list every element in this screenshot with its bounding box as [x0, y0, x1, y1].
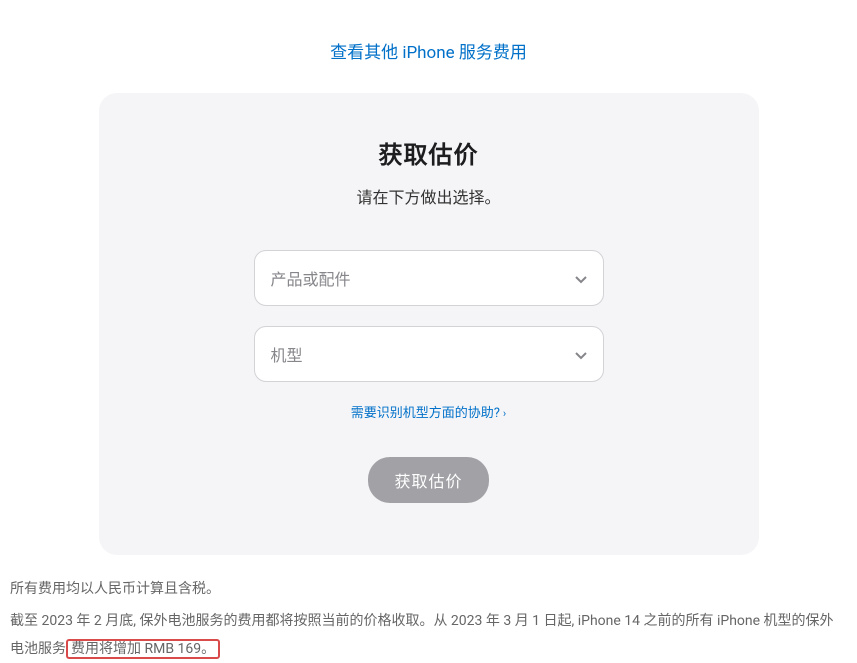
product-select[interactable]: 产品或配件 — [254, 250, 604, 306]
model-select[interactable]: 机型 — [254, 326, 604, 382]
identify-model-help-link[interactable]: 需要识别机型方面的协助?› — [351, 406, 506, 421]
card-subtitle: 请在下方做出选择。 — [149, 184, 709, 208]
card-title: 获取估价 — [149, 135, 709, 170]
estimate-card: 获取估价 请在下方做出选择。 产品或配件 机型 需要识别机型方面的协助?› 获取… — [99, 93, 759, 555]
model-select-placeholder: 机型 — [271, 342, 303, 366]
footer-notes: 所有费用均以人民币计算且含税。 截至 2023 年 2 月底, 保外电池服务的费… — [0, 555, 857, 663]
footer-line-1: 所有费用均以人民币计算且含税。 — [10, 575, 847, 603]
other-services-link[interactable]: 查看其他 iPhone 服务费用 — [330, 43, 527, 63]
price-increase-highlight: 费用将增加 RMB 169。 — [66, 639, 220, 659]
help-link-text: 需要识别机型方面的协助? — [351, 406, 500, 421]
chevron-right-icon: › — [503, 407, 506, 420]
product-select-placeholder: 产品或配件 — [271, 266, 351, 290]
footer-line-2: 截至 2023 年 2 月底, 保外电池服务的费用都将按照当前的价格收取。从 2… — [10, 607, 847, 663]
get-estimate-button[interactable]: 获取估价 — [368, 457, 488, 503]
